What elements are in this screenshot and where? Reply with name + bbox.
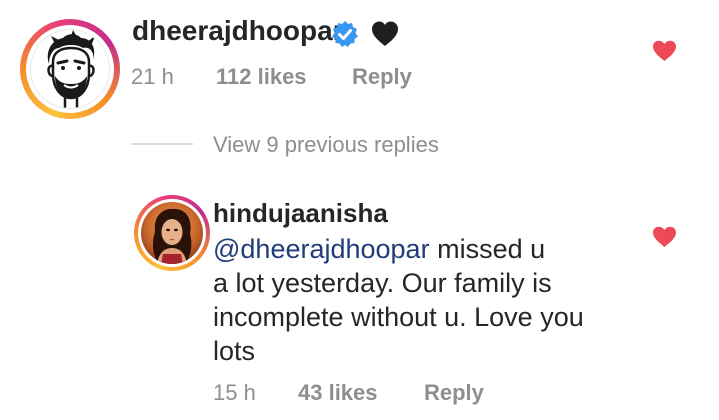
comment-timestamp: 21 h: [131, 64, 174, 89]
reply-text-line: @dheerajdhoopar missed u: [213, 232, 633, 266]
replies-divider: [131, 143, 193, 145]
reply-username[interactable]: hindujaanisha: [213, 198, 388, 229]
avatar-photo-icon: [141, 202, 203, 264]
avatar-story-ring[interactable]: [20, 19, 120, 119]
reply-text-line: incomplete without u. Love you: [213, 302, 584, 332]
like-heart-icon[interactable]: [652, 40, 677, 62]
verified-badge-icon: [332, 21, 358, 47]
mention-link[interactable]: @dheerajdhoopar: [213, 234, 430, 264]
reply-like-heart-icon[interactable]: [652, 226, 677, 248]
avatar-dheerajdhoopar: [30, 29, 110, 109]
reply-text-line: lots: [213, 336, 256, 366]
comment-likes-count[interactable]: 112 likes: [216, 64, 307, 90]
reply-timestamp: 15 h: [213, 380, 256, 405]
avatar-hindujaanisha: [141, 202, 203, 264]
black-heart-icon: [372, 21, 398, 46]
reply-text-line: a lot yesterday. Our family is: [213, 268, 552, 298]
reply-text-segment: missed u: [429, 234, 546, 264]
reply-avatar-story-ring[interactable]: [134, 195, 210, 271]
reply-button[interactable]: Reply: [352, 64, 412, 90]
comment-username[interactable]: dheerajdhoopar: [132, 15, 344, 47]
view-previous-replies-button[interactable]: View 9 previous replies: [213, 132, 439, 158]
reply-likes-count[interactable]: 43 likes: [298, 380, 378, 406]
reply-comment-text: @dheerajdhoopar missed u a lot yesterday…: [213, 232, 633, 368]
avatar-illustration-icon: [31, 30, 109, 108]
reply-reply-button[interactable]: Reply: [424, 380, 484, 406]
